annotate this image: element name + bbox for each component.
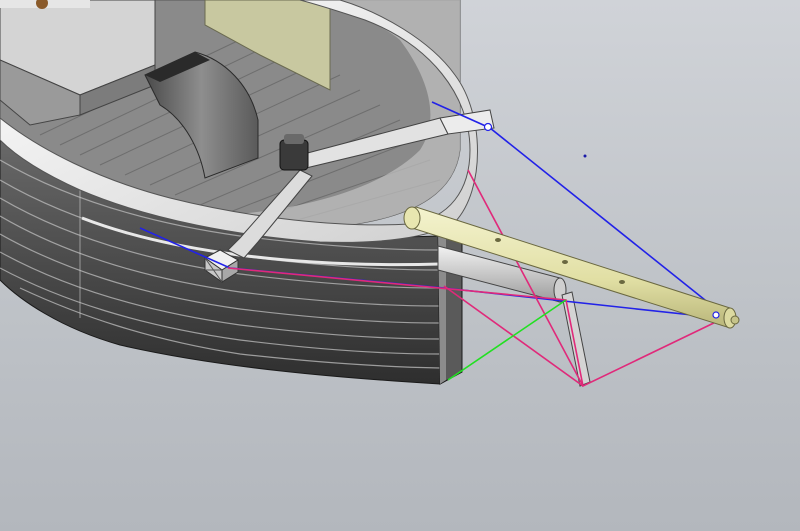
bollard-icon[interactable] — [279, 134, 309, 171]
eye-bolt-2[interactable] — [712, 311, 720, 319]
eye-bolt[interactable] — [483, 122, 493, 132]
green-stay — [447, 299, 567, 381]
origin-point-icon — [583, 154, 587, 158]
boat-bow-model[interactable] — [0, 0, 800, 531]
cad-3d-viewport[interactable] — [0, 0, 800, 531]
